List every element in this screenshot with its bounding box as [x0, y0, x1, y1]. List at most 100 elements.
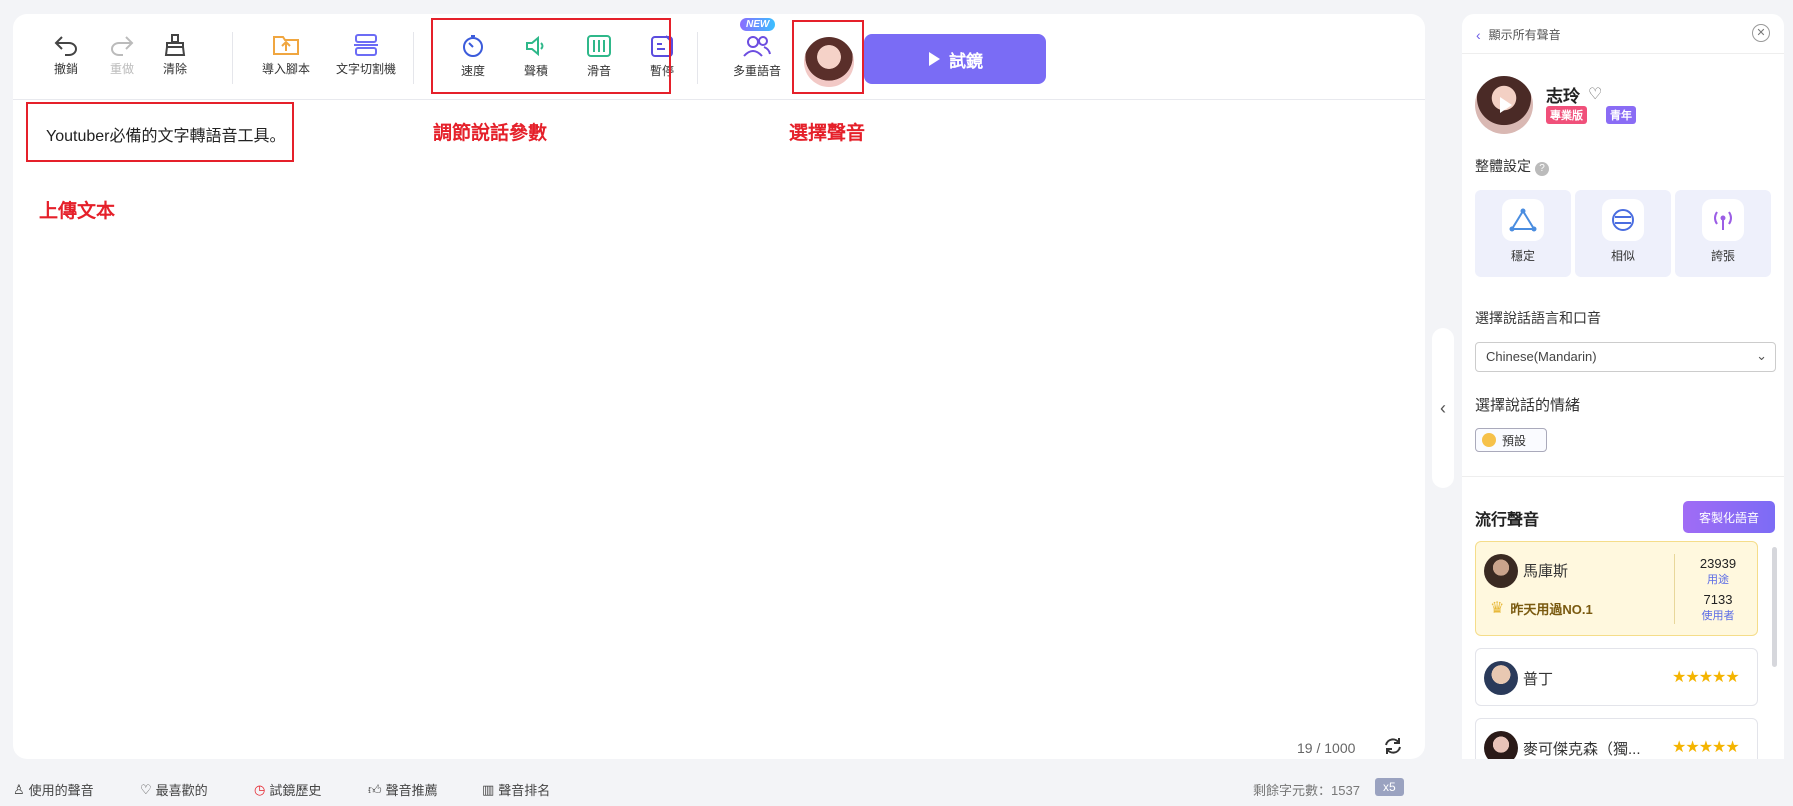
import-label: 導入腳本 — [261, 62, 310, 76]
history-label: 試鏡歷史 — [269, 783, 322, 798]
show-all-voices-label: 顯示所有聲音 — [1488, 28, 1561, 42]
custom-voice-label: 客製化語音 — [1698, 510, 1759, 525]
params-highlight-box — [431, 18, 671, 94]
uses-count: 23939 — [1699, 556, 1737, 571]
age-tag: 青年 — [1606, 106, 1636, 124]
emotion-label: 選擇說話的情緒 — [1475, 397, 1581, 414]
crown-icon: ♛ — [1490, 600, 1505, 617]
ranking-link[interactable]: ▥ 聲音排名 — [482, 780, 550, 799]
play-icon — [1499, 97, 1512, 113]
emoji-face-icon — [1482, 433, 1496, 447]
setting-stable[interactable]: 穩定 — [1475, 190, 1571, 277]
emotion-chip[interactable]: 預設 — [1475, 428, 1547, 452]
broadcast-icon — [1702, 199, 1744, 241]
voice-avatar — [1484, 731, 1518, 759]
bar-chart-icon: ▥ — [482, 781, 495, 797]
voice-name: 麥可傑克森（獨... — [1523, 741, 1641, 758]
stat-divider — [1674, 554, 1675, 624]
language-value: Chinese(Mandarin) — [1486, 349, 1597, 364]
play-icon — [929, 52, 940, 66]
multiplier-badge: x5 — [1375, 778, 1404, 796]
overall-settings-label: 整體設定? — [1475, 156, 1549, 176]
text-editor-content[interactable]: Youtuber必備的文字轉語音工具。 — [46, 122, 285, 146]
toolbar-divider — [232, 32, 233, 84]
overall-settings-text: 整體設定 — [1475, 158, 1531, 174]
import-script-button[interactable]: 導入腳本 — [254, 34, 318, 77]
panel-header: ‹ 顯示所有聲音 ✕ — [1462, 14, 1784, 54]
toolbar-divider — [697, 32, 698, 84]
upload-annotation: 上傳文本 — [39, 201, 116, 222]
users-label: 使用者 — [1701, 610, 1735, 622]
voice-name: 普丁 — [1523, 671, 1554, 688]
recommend-link[interactable]: 👍︎ 聲音推薦 — [368, 780, 438, 799]
rank-badge: ♛ 昨天用過NO.1 — [1490, 598, 1593, 618]
rating-stars: ★★★★★ — [1672, 739, 1740, 756]
language-select[interactable]: Chinese(Mandarin) ⌄ — [1475, 342, 1776, 372]
voice-highlight-box — [792, 20, 864, 94]
voice-avatar — [1484, 554, 1518, 588]
pro-tag: 專業版 — [1546, 106, 1587, 124]
users-icon — [743, 36, 771, 57]
favorite-heart-icon[interactable]: ♡ — [1588, 84, 1602, 104]
popular-voice-card-top[interactable]: 馬庫斯 ♛ 昨天用過NO.1 23939 用途 7133 使用者 — [1475, 541, 1758, 636]
multi-voice-label: 多重語音 — [732, 64, 781, 78]
emotion-value: 預設 — [1502, 433, 1527, 448]
refresh-button[interactable] — [1383, 736, 1403, 761]
folder-upload-icon — [273, 36, 299, 55]
redo-icon — [111, 36, 134, 56]
uses-label: 用途 — [1707, 574, 1729, 586]
new-badge: NEW — [740, 18, 776, 31]
popular-voices-title: 流行聲音 — [1475, 512, 1540, 529]
collapse-panel-button[interactable]: ‹ — [1432, 328, 1454, 488]
selected-voice-avatar[interactable] — [1475, 76, 1533, 134]
clear-button[interactable]: 清除 — [143, 34, 207, 77]
toolbar: 撤銷 重做 清除 導入腳本 文字切割機 速度 聲積 滑音 暫停 多重語音 NEW… — [13, 14, 1425, 100]
voice-avatar — [1484, 661, 1518, 695]
heart-icon: ♡ — [140, 781, 152, 797]
recommend-label: 聲音推薦 — [385, 783, 438, 798]
close-icon[interactable]: ✕ — [1752, 24, 1770, 42]
favorites-link[interactable]: ♡ 最喜歡的 — [140, 780, 208, 799]
custom-voice-button[interactable]: 客製化語音 — [1683, 501, 1775, 533]
selected-voice-name: 志玲 — [1546, 87, 1580, 106]
audition-play-button[interactable]: 試鏡 — [864, 34, 1046, 84]
panel-scrollbar[interactable] — [1772, 547, 1777, 667]
history-link[interactable]: ◷ 試鏡歷史 — [254, 780, 321, 799]
show-all-voices-link[interactable]: ‹ 顯示所有聲音 — [1476, 26, 1561, 43]
setting-stable-label: 穩定 — [1510, 249, 1535, 263]
user-voice-icon: ♙ — [13, 781, 25, 797]
used-voices-link[interactable]: ♙ 使用的聲音 — [13, 780, 94, 799]
rank-text: 昨天用過NO.1 — [1510, 601, 1593, 617]
play-label: 試鏡 — [949, 51, 983, 71]
ranking-label: 聲音排名 — [498, 783, 551, 798]
triangle-icon — [1502, 199, 1544, 241]
undo-button[interactable]: 撤銷 — [34, 34, 98, 77]
used-voices-label: 使用的聲音 — [28, 783, 94, 798]
remaining-characters: 剩餘字元數：1537 — [1253, 783, 1360, 798]
multi-voice-button[interactable]: 多重語音 — [725, 34, 789, 79]
split-icon — [354, 34, 378, 56]
chevron-left-icon: ‹ — [1476, 26, 1481, 43]
chevron-down-icon: ⌄ — [1756, 348, 1767, 363]
similarity-icon — [1602, 199, 1644, 241]
setting-similar[interactable]: 相似 — [1575, 190, 1671, 277]
popular-voice-card[interactable]: 普丁 ★★★★★ — [1475, 648, 1758, 706]
refresh-icon — [1385, 738, 1401, 754]
divider — [1462, 476, 1784, 477]
toolbar-divider — [413, 32, 414, 84]
setting-exaggerate[interactable]: 誇張 — [1675, 190, 1771, 277]
popular-voice-card[interactable]: 麥可傑克森（獨... ★★★★★ — [1475, 718, 1758, 759]
setting-similar-label: 相似 — [1610, 249, 1635, 263]
chevron-left-icon: ‹ — [1440, 397, 1446, 418]
clock-icon: ◷ — [254, 781, 266, 797]
broom-icon — [164, 34, 186, 56]
users-count: 7133 — [1703, 592, 1733, 607]
text-splitter-button[interactable]: 文字切割機 — [334, 34, 398, 77]
help-icon[interactable]: ? — [1535, 162, 1549, 176]
favorites-label: 最喜歡的 — [155, 783, 208, 798]
editor-card: 撤銷 重做 清除 導入腳本 文字切割機 速度 聲積 滑音 暫停 多重語音 NEW… — [13, 14, 1425, 759]
setting-exaggerate-label: 誇張 — [1710, 249, 1735, 263]
params-annotation: 調節說話參數 — [433, 123, 548, 144]
language-label: 選擇說話語言和口音 — [1475, 310, 1601, 326]
undo-label: 撤銷 — [53, 62, 78, 76]
